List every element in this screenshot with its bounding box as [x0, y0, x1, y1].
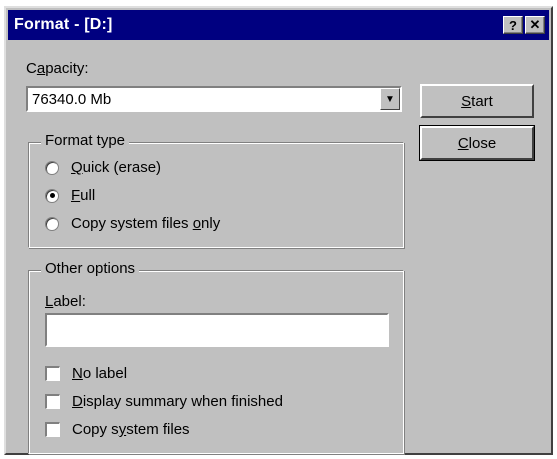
format-type-group: Format type Quick (erase) Full Copy syst… — [28, 132, 404, 248]
checkbox-label: No label — [72, 365, 128, 382]
radio-label: Copy system files only — [71, 215, 221, 232]
radio-selected-dot — [49, 193, 55, 198]
capacity-label: Capacity: — [26, 60, 89, 77]
capacity-value: 76340.0 Mb — [32, 90, 112, 108]
checkbox-no-label[interactable]: No label — [45, 365, 127, 382]
radio-label: Quick (erase) — [71, 159, 162, 176]
title-bar[interactable]: Format - [D:] ? ✕ — [8, 10, 549, 40]
label-input[interactable] — [45, 313, 389, 347]
window-title: Format - [D:] — [14, 16, 113, 33]
label-caption: Label: — [45, 293, 86, 310]
close-icon: ✕ — [529, 17, 541, 32]
dropdown-arrow-button[interactable]: ▼ — [380, 88, 400, 110]
other-options-group: Other options Label: No label Display su… — [28, 260, 404, 454]
help-button[interactable]: ? — [503, 16, 523, 34]
start-button[interactable]: Start — [420, 84, 534, 118]
checkbox[interactable] — [45, 366, 60, 381]
capacity-dropdown[interactable]: 76340.0 Mb ▼ — [26, 86, 402, 112]
radio-label: Full — [71, 187, 96, 204]
checkbox[interactable] — [45, 394, 60, 409]
checkbox-label: Copy system files — [72, 421, 190, 438]
chevron-down-icon: ▼ — [385, 93, 395, 105]
format-dialog: Format - [D:] ? ✕ Capacity: 76340.0 Mb ▼… — [4, 6, 553, 455]
format-type-legend: Format type — [41, 132, 130, 149]
checkbox-label: Display summary when finished — [72, 393, 283, 410]
radio-button[interactable] — [45, 188, 59, 203]
other-options-legend: Other options — [41, 260, 140, 277]
window-close-button[interactable]: ✕ — [525, 16, 545, 34]
radio-button[interactable] — [45, 160, 59, 175]
close-button[interactable]: Close — [419, 125, 535, 161]
help-icon: ? — [509, 17, 517, 33]
radio-quick-erase[interactable]: Quick (erase) — [45, 159, 161, 176]
checkbox[interactable] — [45, 422, 60, 437]
radio-copy-system-files-only[interactable]: Copy system files only — [45, 215, 220, 232]
checkbox-copy-system-files[interactable]: Copy system files — [45, 421, 190, 438]
radio-full[interactable]: Full — [45, 187, 95, 204]
radio-button[interactable] — [45, 216, 59, 231]
checkbox-display-summary[interactable]: Display summary when finished — [45, 393, 283, 410]
